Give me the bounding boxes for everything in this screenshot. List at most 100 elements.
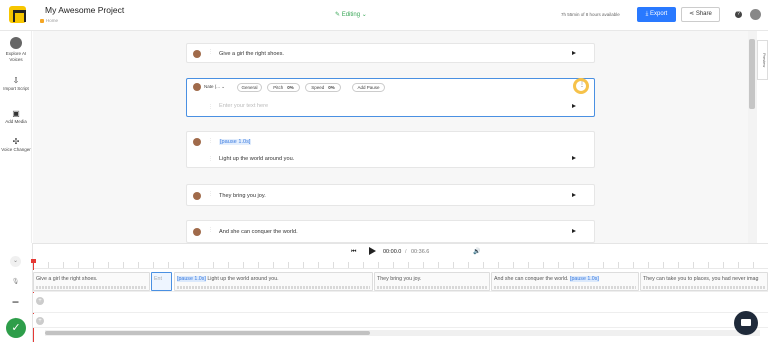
mode-dropdown[interactable]: ✎ Editing ⌄ [335, 11, 367, 18]
skip-back-icon[interactable]: ⏮ [351, 249, 356, 256]
play-button[interactable] [369, 247, 376, 255]
drag-handle-icon[interactable]: ⋮ [208, 104, 213, 110]
ruler-tick [333, 262, 334, 268]
ruler-tick [468, 262, 469, 268]
ruler-tick [588, 262, 589, 268]
play-icon[interactable] [572, 156, 576, 160]
scrollbar-thumb[interactable] [45, 331, 370, 335]
sidebar-item-add-media[interactable]: ▣ Add Media [0, 109, 32, 125]
timeline-segment[interactable]: Give a girl the right shoes. [33, 272, 150, 291]
drag-handle-icon[interactable]: ⋮ [208, 138, 213, 144]
ruler-tick [63, 262, 64, 268]
ruler-tick [258, 262, 259, 268]
pause-tag[interactable]: [pause 1.0s] [219, 139, 252, 145]
voice-changer-icon: ✣ [12, 137, 20, 146]
project-title[interactable]: My Awesome Project [45, 5, 124, 15]
scrollbar-thumb[interactable] [749, 39, 755, 109]
ruler-tick [603, 262, 604, 268]
pencil-icon: ✎ [335, 12, 342, 18]
style-dropdown[interactable]: General [237, 83, 262, 92]
add-pause-button[interactable]: Add Pause [352, 83, 385, 92]
block-text[interactable]: Light up the world around you. [219, 156, 294, 162]
segment-label: [pause 1.0s] Light up the world around y… [177, 276, 279, 282]
drag-handle-icon[interactable]: ⋮ [208, 49, 213, 55]
play-icon[interactable] [572, 51, 576, 55]
timeline-segment-selected[interactable]: Ent [151, 272, 172, 291]
speed-control[interactable]: Speed 0% [305, 83, 341, 92]
block-text[interactable]: They bring you joy. [219, 193, 266, 199]
sidebar-item-voice-changer[interactable]: ✣ Voice Changer [0, 137, 32, 153]
voice-selector[interactable]: Nate (... ⌄ [204, 83, 233, 92]
app-logo[interactable] [9, 6, 26, 23]
collapse-icon[interactable]: ⌄ [10, 256, 21, 267]
drag-handle-icon[interactable]: ⋮ [208, 191, 213, 197]
chat-icon[interactable] [734, 311, 758, 335]
pitch-control[interactable]: Pitch 0% [267, 83, 300, 92]
waveform [643, 286, 765, 289]
block-text-input[interactable]: Enter your text here [219, 103, 268, 109]
help-icon[interactable]: ? [735, 11, 742, 18]
checkmark-icon[interactable]: ✓ [6, 318, 26, 338]
ruler-tick [723, 262, 724, 268]
drag-handle-icon[interactable]: ⋮ [208, 156, 213, 162]
voice-avatar[interactable] [193, 50, 201, 58]
speed-value: 0% [328, 85, 335, 90]
block-text[interactable]: And she can conquer the world. [219, 229, 298, 235]
voice-avatar[interactable] [193, 228, 201, 236]
ruler-tick [303, 262, 304, 268]
sidebar-item-label: Voice Changer [1, 147, 31, 152]
sidebar-item-explore-voices[interactable]: Explore AI Voices [0, 37, 32, 62]
editor-scrollbar[interactable] [748, 31, 757, 243]
timeline-segment[interactable]: They bring you joy. [374, 272, 490, 291]
ruler-tick [363, 262, 364, 268]
drag-handle-icon[interactable]: ⋮ [208, 227, 213, 233]
quota-text: 7h 55min of 8 hours available [561, 12, 620, 17]
play-icon[interactable] [572, 104, 576, 108]
share-button[interactable]: ⋖ Share [681, 7, 720, 22]
microphone-icon[interactable]: 🎙 [10, 277, 21, 288]
ruler-tick [183, 262, 184, 268]
segment-text: And she can conquer the world. [494, 276, 569, 282]
export-button[interactable]: ⤓ Export [637, 7, 676, 22]
volume-icon[interactable]: 🔊 [473, 248, 480, 255]
voice-avatar[interactable] [193, 138, 201, 146]
timeline-segment[interactable]: And she can conquer the world. [pause 1.… [491, 272, 639, 291]
ruler-tick [633, 262, 634, 268]
speed-label: Speed [311, 85, 325, 90]
ruler-tick [108, 262, 109, 268]
time-separator: / [405, 249, 407, 255]
add-icon[interactable]: + [36, 317, 44, 325]
play-icon[interactable] [572, 229, 576, 233]
timeline-segment[interactable]: [pause 1.0s] Light up the world around y… [174, 272, 373, 291]
ruler-tick [168, 262, 169, 268]
voice-avatar[interactable] [193, 83, 201, 91]
script-block[interactable]: ⋮ They bring you joy. [186, 184, 595, 206]
ruler-tick [753, 262, 754, 268]
script-block[interactable]: ⋮ [pause 1.0s] ⋮ Light up the world arou… [186, 131, 595, 168]
timeline-ruler[interactable] [33, 259, 768, 269]
sidebar-item-import-script[interactable]: ⇩ Import Script [0, 76, 32, 92]
user-avatar[interactable] [750, 9, 761, 20]
script-block[interactable]: ⋮ And she can conquer the world. [186, 220, 595, 243]
play-icon[interactable] [572, 193, 576, 197]
timeline-segment[interactable]: They can take you to places, you had nev… [640, 272, 768, 291]
timeline-scrollbar[interactable] [45, 330, 760, 336]
ruler-tick [573, 262, 574, 268]
voice-avatar[interactable] [193, 192, 201, 200]
breadcrumb-home[interactable]: Home [46, 18, 58, 23]
ruler-tick [198, 262, 199, 268]
voice-avatar-icon [10, 37, 22, 49]
music-track: + [33, 314, 768, 328]
segment-label: Give a girl the right shoes. [36, 276, 98, 282]
script-block[interactable]: ⋮ Give a girl the right shoes. [186, 43, 595, 63]
ruler-tick [348, 262, 349, 268]
breadcrumb[interactable]: Home [40, 18, 58, 23]
video-track-icon[interactable]: ▬ [10, 297, 21, 308]
script-block-selected[interactable]: Nate (... ⌄ General Pitch 0% Speed 0% Add … [186, 78, 595, 117]
add-icon[interactable]: + [36, 297, 44, 305]
video-track: + [33, 293, 768, 313]
more-options-icon[interactable] [573, 78, 589, 94]
ruler-tick [618, 262, 619, 268]
block-text[interactable]: Give a girl the right shoes. [219, 51, 284, 57]
preview-tab[interactable]: Preview [757, 40, 768, 80]
